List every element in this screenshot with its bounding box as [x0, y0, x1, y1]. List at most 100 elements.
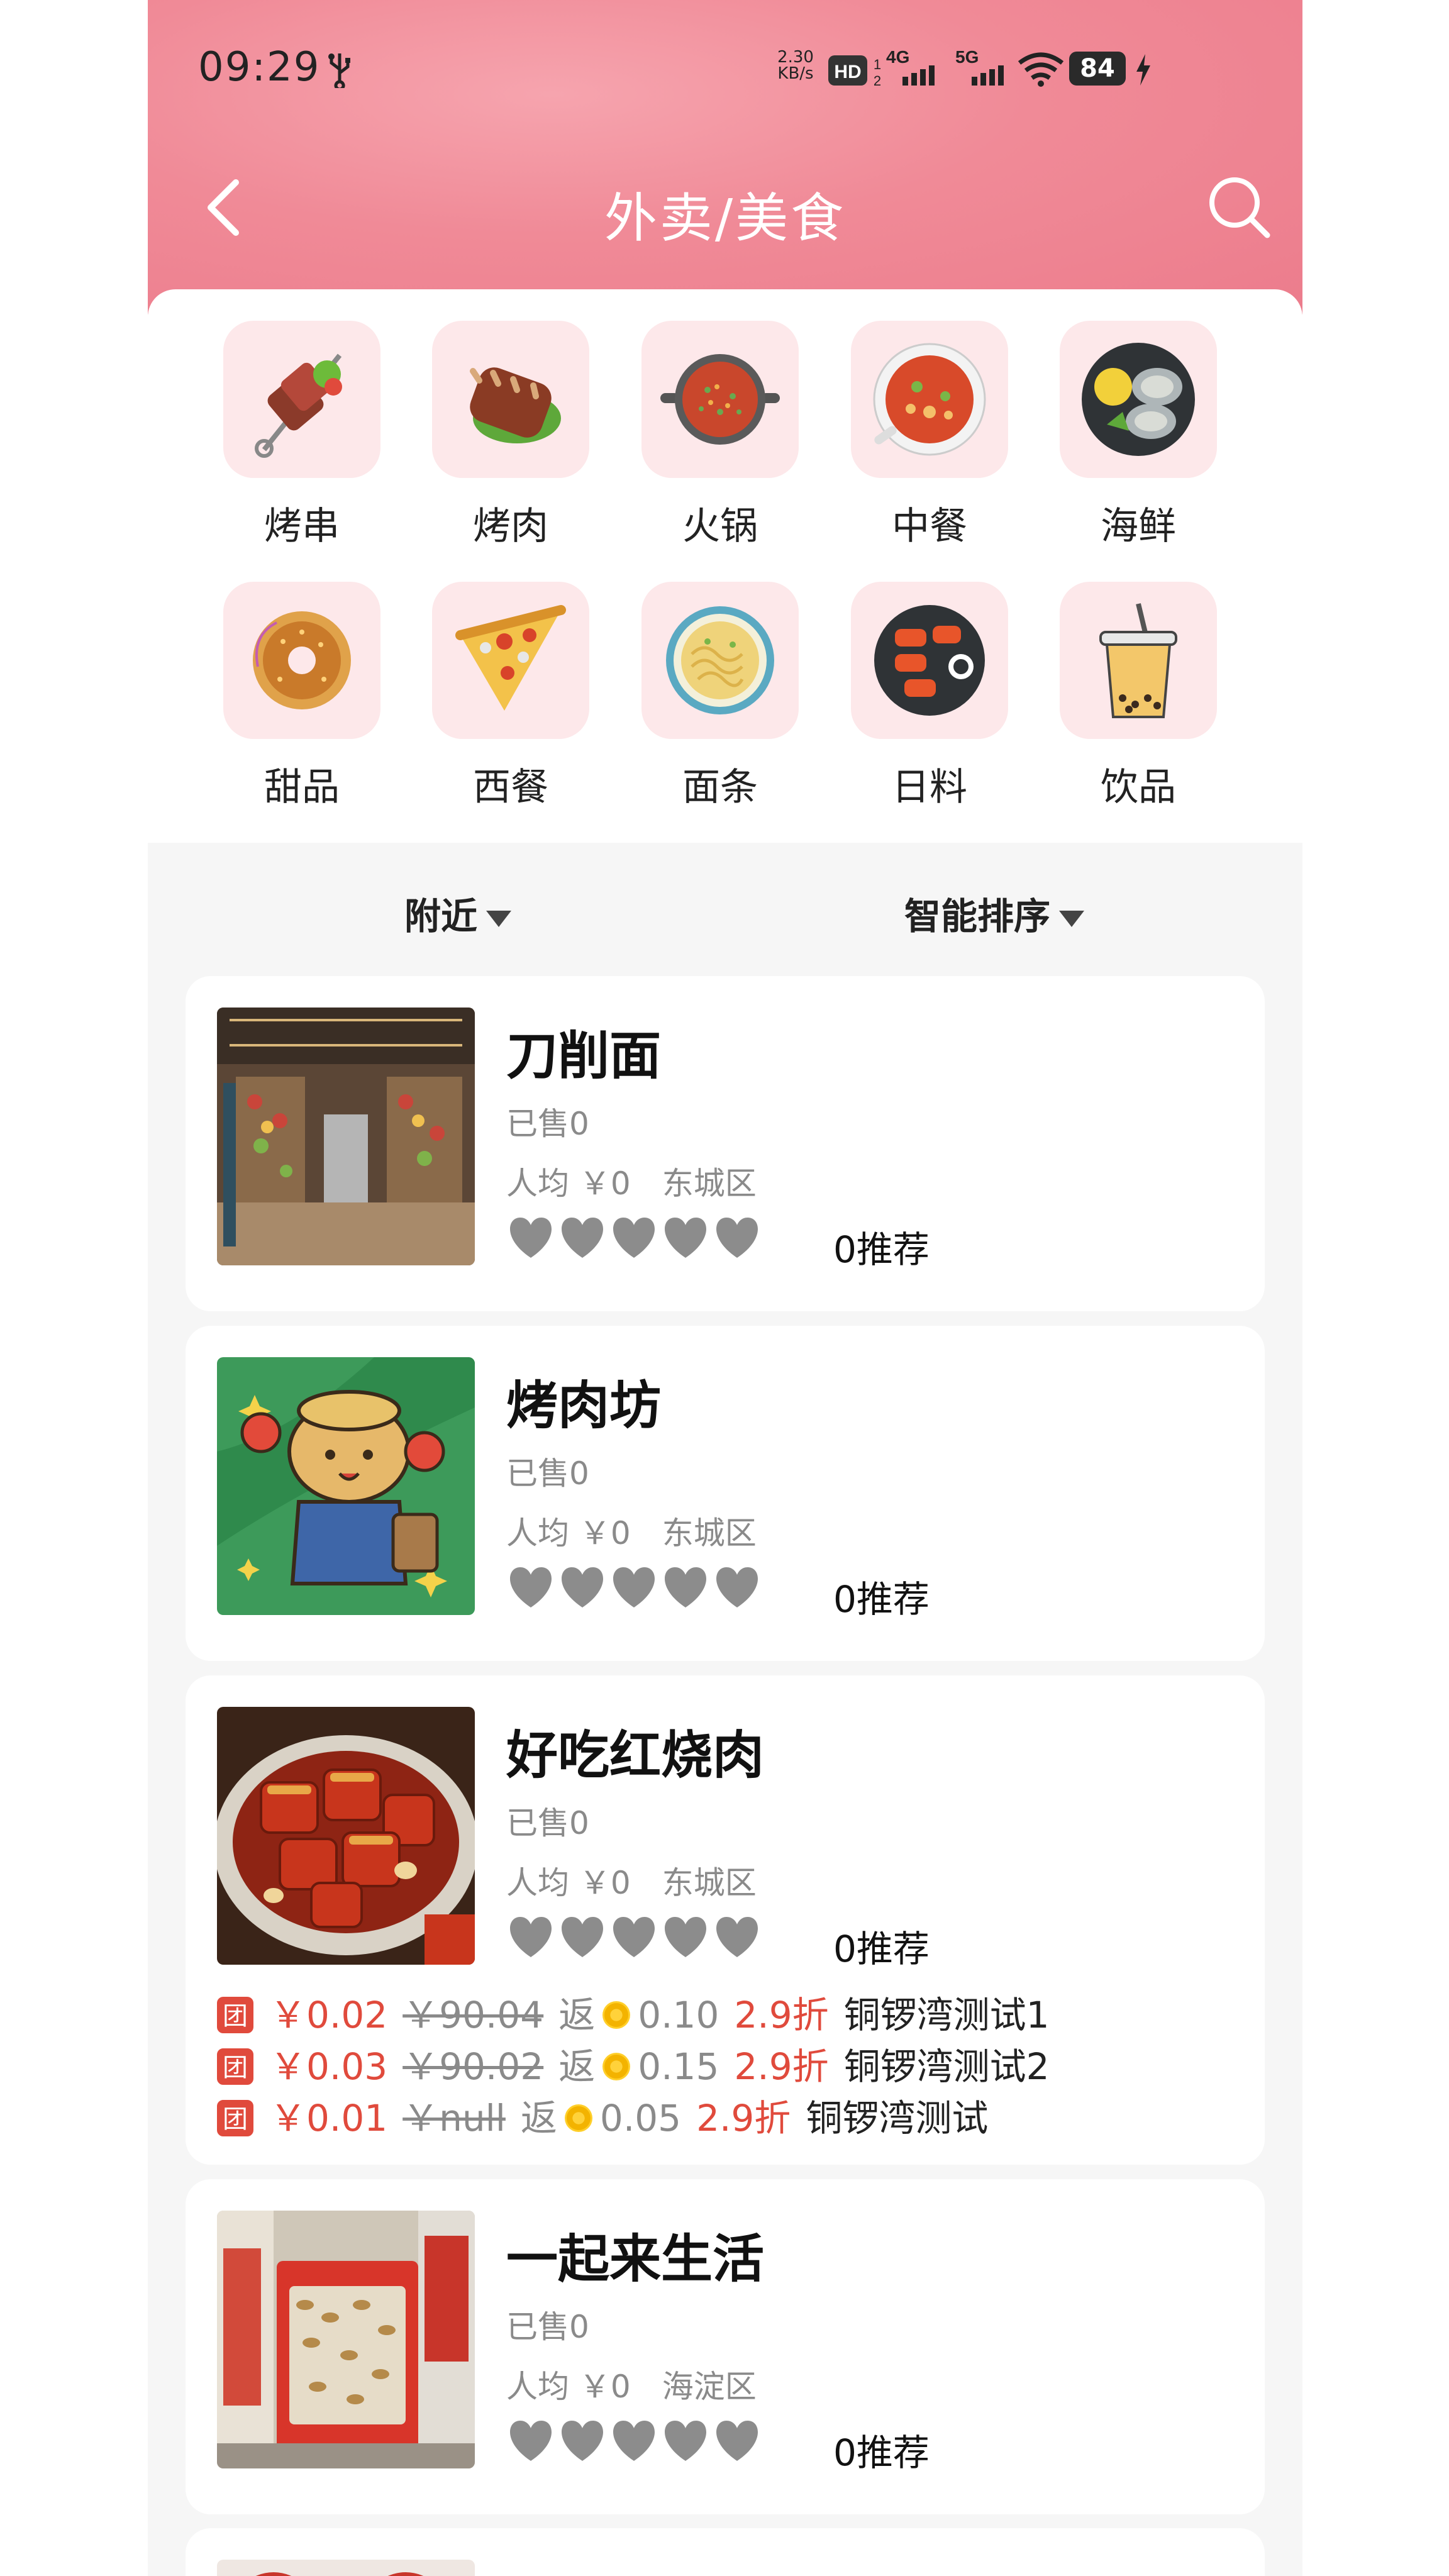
supermarket-interior-photo [217, 1008, 475, 1265]
heart-icon [716, 1917, 758, 1957]
deal-rebate-amount: 0.15 [638, 2045, 719, 2088]
heart-icon [613, 2421, 655, 2461]
rating-hearts [506, 1565, 764, 1615]
deal-rebate-label: 返 [520, 2096, 557, 2140]
category-skewer[interactable]: 烤串 [220, 321, 384, 560]
shop-card[interactable]: 一起来生活 已售0 人均 ￥0 海淀区 0推荐 [186, 2179, 1265, 2514]
sim1-network-label: 4G [886, 47, 909, 67]
pizza-icon [455, 605, 566, 711]
group-buy-badge: 团 [217, 2048, 253, 2085]
heart-icon [665, 1567, 706, 1607]
shop-district: 东城区 [662, 1165, 757, 1202]
heart-icon [716, 1218, 758, 1258]
heart-icon [716, 2421, 758, 2461]
heart-icon [665, 1917, 706, 1957]
deal-discount: 2.9折 [734, 1993, 829, 2036]
shop-card[interactable]: 好吃红烧肉 已售0 人均 ￥0 东城区 0推荐 团 ￥0.02 ￥90.04 返 0.10… [186, 1675, 1265, 2165]
shop-sold-count: 已售0 [506, 1805, 589, 1841]
noodle-bowl-icon [666, 606, 774, 714]
oyster-icon [1082, 343, 1195, 456]
shop-district: 海淀区 [662, 2368, 757, 2405]
filter-nearby[interactable]: 附近 [404, 887, 512, 940]
shop-image [217, 1357, 475, 1615]
shop-district: 东城区 [662, 1515, 757, 1552]
category-dessert[interactable]: 甜品 [220, 582, 384, 821]
coin-icon [602, 2001, 631, 2029]
category-tile [223, 321, 380, 478]
donut-icon [253, 611, 351, 709]
peanut-snack-package-photo [217, 2211, 475, 2468]
svg-text:1: 1 [874, 57, 881, 72]
page-title: 外卖/美食 [604, 187, 847, 249]
filter-sort[interactable]: 智能排序 [904, 887, 1085, 940]
shop-image [217, 2211, 475, 2468]
app-screen: 09:29 2.30 KB/s HD 1 2 4G 5G 84 外卖/美食 烤串… [148, 0, 1302, 2576]
group-deal-row[interactable]: 团 ￥0.01 ￥null 返 0.05 2.9折 铜锣湾测试 [217, 2090, 1236, 2141]
heart-icon [613, 1567, 655, 1607]
shop-card[interactable] [186, 2528, 1265, 2576]
deal-original-price: ￥null [402, 2096, 506, 2140]
deal-discount: 2.9折 [734, 2045, 829, 2088]
heart-icon [562, 2421, 603, 2461]
category-bbq[interactable]: 烤肉 [429, 321, 592, 560]
category-tile [851, 321, 1008, 478]
category-japanese[interactable]: 日料 [848, 582, 1011, 821]
deal-name: 铜锣湾测试1 [843, 1993, 1050, 2036]
shop-name: 一起来生活 [506, 2229, 765, 2289]
hotpot-icon [660, 354, 780, 445]
status-time: 09:29 [198, 44, 321, 91]
shop-recommend-count: 0推荐 [833, 1578, 930, 1621]
rating-hearts [506, 2418, 764, 2468]
heart-icon [716, 1567, 758, 1607]
category-seafood[interactable]: 海鲜 [1057, 321, 1220, 560]
rating-hearts [506, 1215, 764, 1265]
charging-icon [1136, 54, 1150, 86]
heart-icon [510, 1218, 552, 1258]
deal-rebate-label: 返 [558, 2045, 596, 2088]
deal-price: ￥0.02 [270, 1993, 388, 2036]
category-label: 火锅 [682, 504, 758, 548]
shop-card[interactable]: 烤肉坊 已售0 人均 ￥0 东城区 0推荐 [186, 1326, 1265, 1661]
category-tile [851, 582, 1008, 739]
group-deal-row[interactable]: 团 ￥0.02 ￥90.04 返 0.10 2.9折 铜锣湾测试1 [217, 1987, 1236, 2038]
category-tile [432, 321, 589, 478]
shop-sold-count: 已售0 [506, 2309, 589, 2345]
shop-avg-price: 人均 ￥0 [506, 2368, 631, 2405]
category-noodles[interactable]: 面条 [638, 582, 802, 821]
shop-meta: 人均 ￥0 海淀区 [506, 2362, 757, 2407]
heart-icon [562, 1567, 603, 1607]
shop-card[interactable]: 刀削面 已售0 人均 ￥0 东城区 0推荐 [186, 976, 1265, 1311]
heart-icon [613, 1917, 655, 1957]
skewer-icon [255, 353, 342, 458]
shop-avg-price: 人均 ￥0 [506, 1515, 631, 1552]
deal-discount: 2.9折 [696, 2096, 791, 2140]
category-western[interactable]: 西餐 [429, 582, 592, 821]
category-drinks[interactable]: 饮品 [1057, 582, 1220, 821]
shop-recommend-count: 0推荐 [833, 1228, 930, 1271]
shop-sold-count: 已售0 [506, 1106, 589, 1142]
svg-text:2: 2 [874, 73, 881, 89]
shop-avg-price: 人均 ￥0 [506, 1865, 631, 1901]
svg-text:HD: HD [834, 62, 861, 82]
shop-name: 刀削面 [506, 1026, 662, 1086]
category-grid: 烤串 烤肉 火锅 中餐 海鲜 甜品 西餐 面条 日料 饮品 [148, 289, 1302, 843]
group-buy-badge: 团 [217, 1996, 253, 2033]
heart-icon [510, 1567, 552, 1607]
search-icon[interactable] [1202, 170, 1277, 245]
shop-meta: 人均 ￥0 东城区 [506, 1158, 757, 1204]
signal-5g-icon: 5G [955, 47, 1004, 86]
group-deal-row[interactable]: 团 ￥0.03 ￥90.02 返 0.15 2.9折 铜锣湾测试2 [217, 2038, 1236, 2090]
category-hotpot[interactable]: 火锅 [638, 321, 802, 560]
battery-indicator: 84 [1069, 52, 1126, 86]
heart-icon [510, 1917, 552, 1957]
category-chinese[interactable]: 中餐 [848, 321, 1011, 560]
rating-hearts [506, 1914, 764, 1965]
net-speed: 2.30 KB/s [770, 49, 821, 82]
heart-icon [665, 1218, 706, 1258]
heart-icon [665, 2421, 706, 2461]
shop-image [217, 1008, 475, 1265]
wifi-icon [1018, 52, 1064, 87]
category-label: 烤肉 [473, 504, 548, 548]
hd-icon: HD 1 2 [828, 55, 881, 89]
shop-sold-count: 已售0 [506, 1455, 589, 1492]
